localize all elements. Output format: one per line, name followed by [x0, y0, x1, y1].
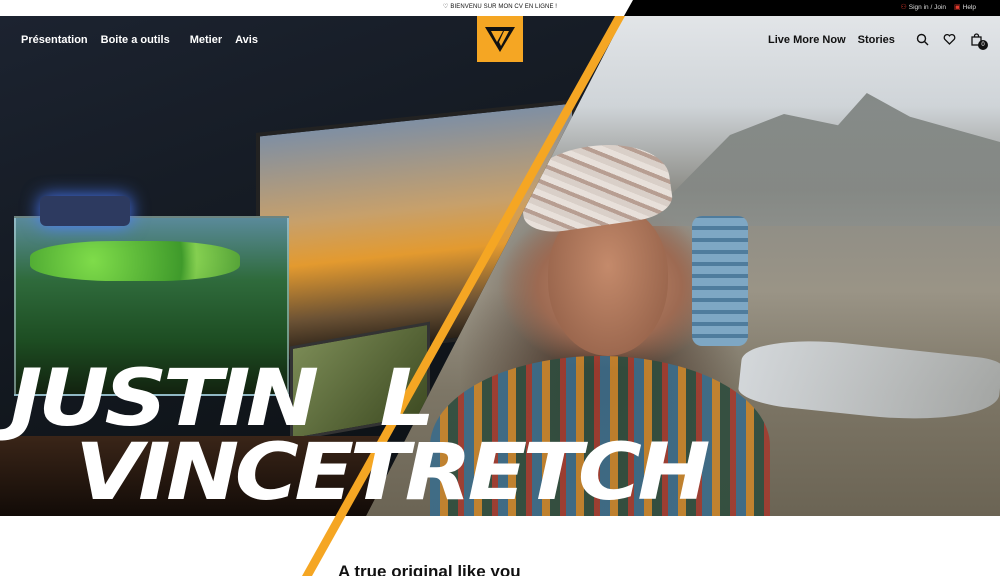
- wishlist-heart-icon[interactable]: [943, 33, 956, 46]
- section-title: A true original like you: [338, 562, 521, 576]
- main-nav-right: Live More Now Stories: [768, 34, 895, 46]
- nav-item-live-more-now[interactable]: Live More Now: [768, 34, 846, 46]
- help-label: Help: [962, 4, 976, 11]
- help-icon: ▣: [954, 4, 961, 11]
- account-links: ⚇ Sign in / Join ▣ Help: [901, 3, 977, 11]
- heart-icon: ♡: [442, 4, 449, 10]
- logo-v-icon: [485, 27, 515, 52]
- nav-item-avis[interactable]: Avis: [235, 34, 258, 46]
- signin-label: Sign in / Join: [908, 4, 946, 11]
- nav-item-metier[interactable]: Metier: [190, 34, 222, 46]
- user-icon: ⚇: [900, 4, 907, 11]
- aquarium-light: [40, 196, 130, 226]
- announcement-text: BIENVENU SUR MON CV EN LIGNE !: [450, 4, 558, 10]
- header-icons: 0: [916, 33, 988, 50]
- aquarium-plants: [30, 241, 240, 281]
- signin-link[interactable]: ⚇ Sign in / Join: [901, 3, 947, 11]
- search-icon[interactable]: [916, 33, 929, 46]
- nav-item-presentation[interactable]: Présentation: [21, 34, 88, 46]
- cart-button[interactable]: 0: [970, 33, 988, 50]
- site-logo[interactable]: [477, 16, 523, 62]
- headline-line-2: VINCETRETCH: [74, 428, 711, 518]
- mountain-shape: [640, 93, 1000, 226]
- announcement: ♡ BIENVENU SUR MON CV EN LIGNE !: [0, 3, 1000, 10]
- nav-item-toolbox[interactable]: Boite a outils: [101, 34, 170, 46]
- river-shape: [737, 332, 1000, 430]
- hero-headline: JUSTIN L VINCETRETCH: [10, 360, 711, 518]
- main-nav-left: Présentation Boite a outils Metier Avis: [21, 34, 258, 46]
- help-link[interactable]: ▣ Help: [954, 3, 976, 11]
- nav-item-stories[interactable]: Stories: [858, 34, 895, 46]
- backpack-shape: [692, 216, 748, 346]
- headline-line-1: JUSTIN L: [10, 360, 706, 438]
- cart-count-badge: 0: [978, 40, 988, 50]
